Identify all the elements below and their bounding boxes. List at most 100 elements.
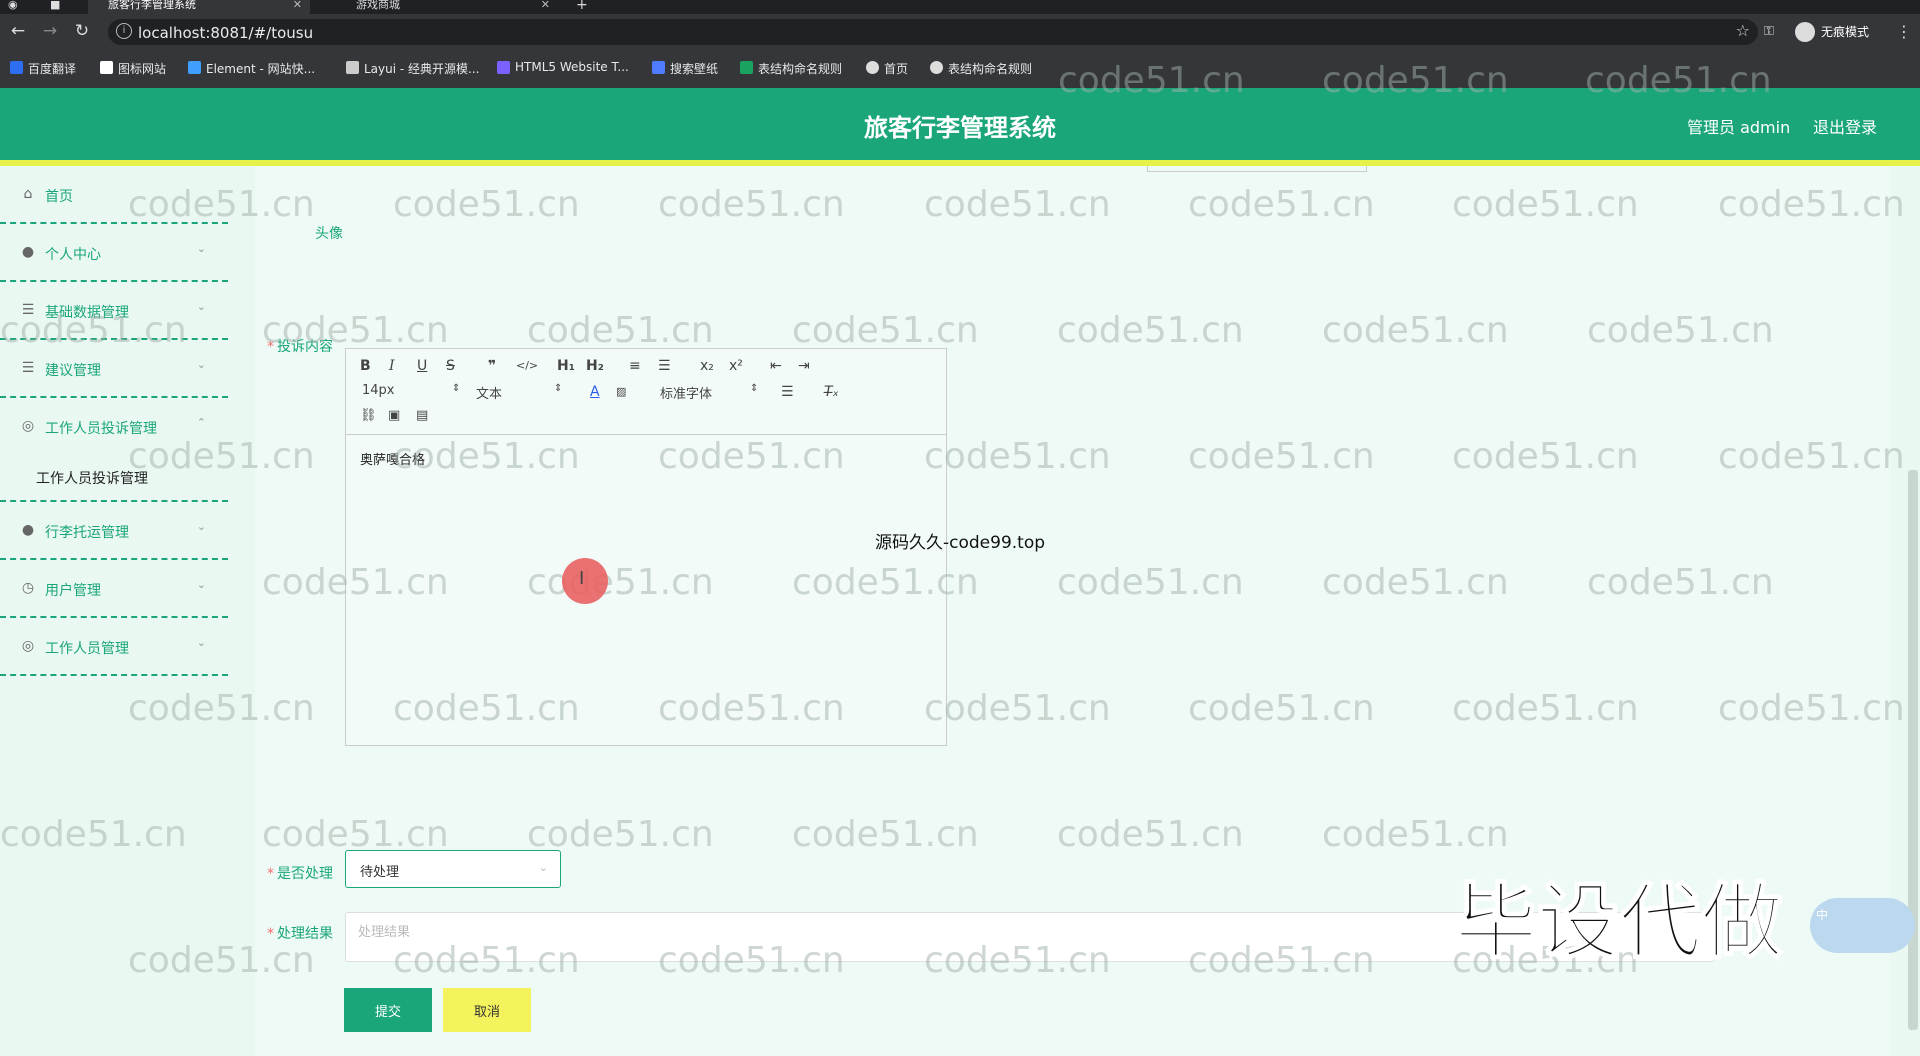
- info-icon[interactable]: i: [116, 23, 132, 39]
- italic-icon[interactable]: I: [389, 357, 395, 375]
- link-icon[interactable]: ⛓: [360, 407, 377, 425]
- mouse-cursor-highlight: I: [562, 558, 608, 604]
- url-text: localhost:8081/#/tousu: [138, 24, 314, 42]
- image-icon[interactable]: ▣: [388, 407, 400, 425]
- bullet-list-icon[interactable]: ☰: [658, 357, 671, 375]
- strikethrough-icon[interactable]: S: [446, 357, 455, 375]
- watermark-text: code51.cn: [658, 436, 845, 477]
- watermark-text: code51.cn: [262, 814, 449, 855]
- location-icon: ●: [21, 522, 35, 538]
- bookmark-star-icon[interactable]: ☆: [1736, 21, 1750, 40]
- code-block-icon[interactable]: </>: [516, 357, 538, 375]
- watermark-text: code51.cn: [1585, 60, 1772, 101]
- bookmark-label: Layui - 经典开源模...: [364, 62, 480, 76]
- incognito-indicator[interactable]: 无痕模式: [1795, 22, 1869, 42]
- close-icon[interactable]: ✕: [293, 0, 302, 10]
- indent-icon[interactable]: ⇥: [798, 357, 810, 375]
- watermark-text: code51.cn: [128, 184, 315, 225]
- url-bar[interactable]: i localhost:8081/#/tousu ☆: [108, 19, 1758, 45]
- font-family-select[interactable]: 标准字体 ⇕: [660, 383, 758, 402]
- bookmark-label: 表结构命名规则: [758, 62, 843, 76]
- back-arrow-icon[interactable]: ←: [8, 21, 28, 41]
- tab-other-title: 游戏商城: [356, 0, 400, 11]
- logout-link[interactable]: 退出登录: [1813, 114, 1877, 138]
- font-size-select[interactable]: 14px ⇕: [362, 383, 460, 398]
- bookmark-favicon-icon: [10, 61, 23, 74]
- new-tab-button[interactable]: +: [576, 0, 596, 14]
- heading1-icon[interactable]: H₁: [557, 357, 575, 375]
- bookmark-item[interactable]: Layui - 经典开源模...: [346, 60, 479, 77]
- chevron-down-icon: ⌄: [196, 520, 206, 533]
- watermark-text: code51.cn: [1718, 436, 1905, 477]
- bookmark-item[interactable]: 表结构命名规则: [930, 60, 1032, 77]
- video-icon[interactable]: ▤: [416, 407, 428, 425]
- promo-badge: 中: [1810, 898, 1915, 953]
- watermark-text: code51.cn: [1452, 688, 1639, 729]
- bookmark-label: 表结构命名规则: [948, 62, 1033, 76]
- handled-select[interactable]: 待处理 ⌄: [345, 850, 561, 888]
- bookmark-item[interactable]: Element - 网站快...: [188, 60, 315, 77]
- home-icon: ⌂: [23, 186, 33, 202]
- blockquote-icon[interactable]: ❞: [488, 357, 496, 375]
- watermark-text: code51.cn: [1587, 310, 1774, 351]
- incognito-label: 无痕模式: [1821, 25, 1870, 39]
- tab-switcher-icon[interactable]: ■: [50, 0, 70, 14]
- submit-button[interactable]: 提交: [344, 988, 432, 1032]
- watermark-text: code51.cn: [1057, 562, 1244, 603]
- result-placeholder: 处理结果: [358, 925, 411, 940]
- block-type-select[interactable]: 文本 ⇕: [476, 383, 562, 402]
- bookmark-item[interactable]: 百度翻译: [10, 60, 76, 77]
- watermark-text: code51.cn: [527, 310, 714, 351]
- bookmark-item[interactable]: HTML5 Website T...: [497, 60, 629, 74]
- close-icon[interactable]: ✕: [541, 0, 550, 10]
- page-scrollbar[interactable]: [1908, 470, 1918, 1030]
- updown-icon: ⇕: [750, 383, 759, 394]
- watermark-text: code51.cn: [792, 310, 979, 351]
- rich-text-editor[interactable]: B I U S ❞ </> H₁ H₂ ≡ ☰ x₂ x² ⇤ ⇥ 14px ⇕ …: [345, 348, 947, 746]
- globe-icon: ◎: [21, 638, 35, 654]
- superscript-icon[interactable]: x²: [729, 357, 743, 375]
- subscript-icon[interactable]: x₂: [700, 357, 714, 375]
- sidebar-item-users[interactable]: ◷ 用户管理 ⌄: [0, 560, 228, 618]
- bookmark-item[interactable]: 搜索壁纸: [652, 60, 718, 77]
- align-icon[interactable]: ☰: [781, 383, 794, 401]
- sidebar-item-label: 工作人员投诉管理: [45, 421, 157, 437]
- clear-format-icon[interactable]: T̶ₓ: [824, 383, 839, 401]
- tab-other[interactable]: 游戏商城 ✕: [336, 0, 558, 14]
- bookmark-label: Element - 网站快...: [206, 62, 316, 76]
- text-cursor-icon: I: [579, 568, 585, 589]
- overlay-center-text: 源码久久-code99.top: [875, 533, 1046, 553]
- promo-overlay-text: 毕设代做: [1454, 874, 1784, 971]
- outdent-icon[interactable]: ⇤: [770, 357, 782, 375]
- sidebar-item-staff[interactable]: ◎ 工作人员管理 ⌄: [0, 618, 228, 676]
- bookmark-item[interactable]: 表结构命名规则: [740, 60, 842, 77]
- bold-icon[interactable]: B: [360, 357, 371, 375]
- bookmark-favicon-icon: [100, 61, 113, 74]
- tab-current[interactable]: 旅客行李管理系统 ✕: [88, 0, 310, 14]
- clock-icon: ◷: [21, 580, 35, 596]
- underline-icon[interactable]: U: [417, 357, 427, 375]
- forward-arrow-icon[interactable]: →: [40, 21, 60, 41]
- bookmark-item[interactable]: 图标网站: [100, 60, 166, 77]
- browser-menu-icon[interactable]: ◉: [8, 0, 26, 14]
- watermark-text: code51.cn: [128, 688, 315, 729]
- bookmark-label: 图标网站: [118, 62, 167, 76]
- font-color-icon[interactable]: A: [590, 383, 600, 401]
- watermark-text: code51.cn: [924, 940, 1111, 981]
- more-menu-icon[interactable]: ⋮: [1896, 22, 1912, 41]
- watermark-text: code51.cn: [1188, 940, 1375, 981]
- key-icon[interactable]: ⚿: [1764, 24, 1774, 39]
- sidebar-item-personal-center[interactable]: ● 个人中心 ⌄: [0, 224, 228, 282]
- cancel-button[interactable]: 取消: [443, 988, 531, 1032]
- watermark-text: code51.cn: [262, 562, 449, 603]
- reload-icon[interactable]: ↻: [72, 21, 92, 41]
- heading2-icon[interactable]: H₂: [586, 357, 604, 375]
- watermark-text: code51.cn: [1322, 60, 1509, 101]
- address-bar-row: ← → ↻ i localhost:8081/#/tousu ☆ ⚿ 无痕模式 …: [0, 14, 1920, 48]
- bookmark-favicon-icon: [930, 61, 943, 74]
- bookmark-item[interactable]: 首页: [866, 60, 908, 77]
- ordered-list-icon[interactable]: ≡: [629, 357, 641, 375]
- user-icon: ●: [21, 244, 35, 260]
- sidebar-item-luggage-checkin[interactable]: ● 行李托运管理 ⌄: [0, 502, 228, 560]
- background-color-icon[interactable]: ▨: [616, 383, 626, 401]
